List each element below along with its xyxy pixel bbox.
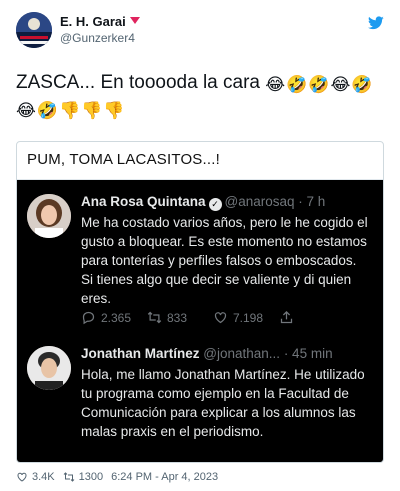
tweet2-handle: @jonathan... — [203, 346, 281, 361]
footer-likes: 3.4K — [32, 471, 55, 483]
retweet-icon — [147, 311, 162, 324]
emoji: 👎 — [59, 101, 81, 120]
retweet-icon — [63, 472, 74, 482]
tweet1-name: Ana Rosa Quintana — [81, 194, 206, 209]
embed-heading: PUM, TOMA LACASITOS...! — [17, 142, 383, 180]
tweet-text-content: ZASCA... En tooooda la cara — [16, 72, 260, 93]
avatar — [27, 194, 71, 238]
red-triangle-icon — [129, 17, 140, 24]
emoji: 🤣 — [351, 75, 373, 94]
tweet1-likes: 7.198 — [233, 310, 264, 325]
emoji: 👎 — [81, 101, 103, 120]
tweet2-body: Hola, me llamo Jonathan Martínez. He uti… — [81, 367, 365, 439]
screenshot-dark-panel: Ana Rosa Quintana ✓ @anarosaq · 7 h Me ha … — [17, 180, 383, 462]
tweet2-time: · 45 min — [283, 346, 333, 361]
emoji: 😂 — [330, 75, 351, 94]
tweet1-time: · 7 h — [298, 194, 326, 209]
tweet1-actions: 2.365 833 7.198 — [81, 310, 345, 325]
tweet1-body: Me ha costado varios años, pero le he co… — [81, 215, 368, 306]
like-icon — [17, 472, 27, 482]
tweet1-header: Ana Rosa Quintana ✓ @anarosaq · 7 h — [81, 194, 325, 211]
author-name[interactable]: E. H. Garai — [60, 14, 126, 29]
avatar[interactable] — [16, 12, 52, 48]
tweet-author: E. H. Garai @Gunzerker4 — [16, 12, 384, 48]
retweet-action: 833 — [147, 310, 213, 325]
share-icon — [280, 310, 293, 324]
tweet-card: E. H. Garai @Gunzerker4 ZASCA... En tooo… — [0, 0, 400, 491]
twitter-bird-icon[interactable] — [368, 16, 384, 30]
emoji: 🤣 — [308, 75, 330, 94]
author-handle[interactable]: @Gunzerker4 — [60, 31, 135, 45]
embedded-image[interactable]: PUM, TOMA LACASITOS...! Ana Rosa Quintan… — [16, 141, 384, 463]
tweet2-header: Jonathan Martínez @jonathan... · 45 min — [81, 346, 333, 361]
tweet-footer: 3.4K 1300 6:24 PM - Apr 4, 2023 — [16, 470, 218, 484]
retweet-button[interactable]: 1300 — [63, 471, 103, 483]
tweet2-name: Jonathan Martínez — [81, 346, 200, 361]
emoji: 🤣 — [36, 101, 59, 120]
tweet1-replies: 2.365 — [101, 310, 132, 325]
tweet1-handle: @anarosaq — [224, 194, 295, 209]
tweet-timestamp[interactable]: 6:24 PM - Apr 4, 2023 — [111, 471, 218, 483]
like-button[interactable]: 3.4K — [16, 471, 55, 483]
emoji: 😂 — [265, 75, 286, 94]
share-action — [279, 310, 345, 325]
reply-action: 2.365 — [81, 310, 147, 325]
tweet-text: ZASCA... En tooooda la cara 😂🤣🤣😂🤣 😂🤣👎👎👎 — [16, 70, 388, 122]
emoji: 😂 — [16, 101, 36, 120]
like-action: 7.198 — [213, 310, 279, 325]
verified-icon: ✓ — [208, 198, 222, 211]
like-icon — [214, 312, 227, 324]
emoji: 🤣 — [286, 75, 308, 94]
author-name-row[interactable]: E. H. Garai — [60, 14, 140, 29]
footer-retweets: 1300 — [78, 471, 104, 483]
reply-icon — [82, 311, 95, 325]
emoji: 👎 — [103, 101, 125, 120]
tweet1-retweets: 833 — [167, 310, 188, 325]
avatar — [27, 346, 71, 390]
